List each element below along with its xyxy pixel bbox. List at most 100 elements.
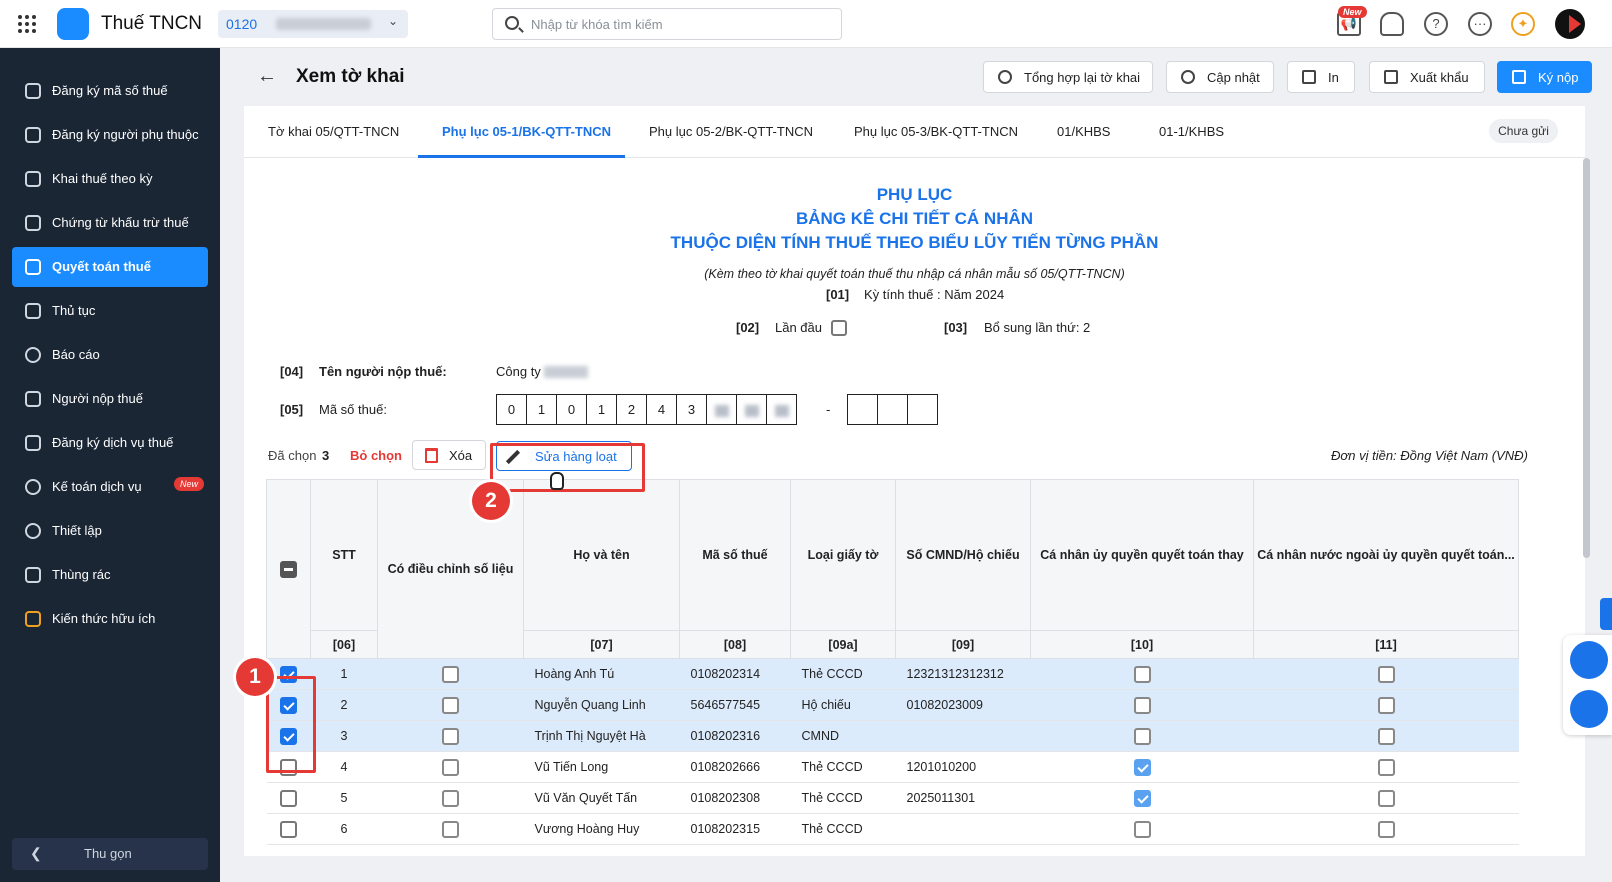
declaration-card: Tờ khai 05/QTT-TNCN Phụ lục 05-1/BK-QTT-…	[244, 106, 1585, 856]
search-box[interactable]	[492, 8, 842, 40]
row-taxcode: 0108202316	[679, 720, 791, 752]
row-stt: 6	[310, 813, 378, 845]
back-arrow-icon[interactable]: ←	[257, 65, 277, 88]
authorized-checkbox[interactable]	[1133, 727, 1151, 745]
sign-submit-button[interactable]: Ký nộp	[1497, 61, 1592, 93]
select-all-checkbox[interactable]	[280, 560, 297, 578]
tab-05-3-bk[interactable]: Phụ lục 05-3/BK-QTT-TNCN	[854, 124, 1018, 139]
row-id-number: 01082023009	[895, 689, 1031, 721]
table-row[interactable]: 1 Hoàng Anh Tú 0108202314 Thẻ CCCD 12321…	[266, 658, 1519, 690]
authorized-checkbox[interactable]	[1133, 820, 1151, 838]
accounting-icon	[25, 479, 41, 495]
taxcode-digit: 1	[586, 394, 617, 425]
org-code: 0120	[226, 16, 258, 32]
code-08: [08]	[679, 630, 791, 659]
sidebar-item-procedures[interactable]: Thủ tục	[12, 291, 208, 331]
adjusted-checkbox[interactable]	[442, 789, 459, 807]
app-grid-icon[interactable]	[18, 15, 36, 33]
first-time-checkbox[interactable]	[831, 320, 847, 336]
supplement-label: Bổ sung lần thứ: 2	[984, 320, 1091, 335]
table-row[interactable]: 6 Vương Hoàng Huy 0108202315 Thẻ CCCD	[266, 813, 1519, 845]
search-input[interactable]	[531, 14, 831, 34]
row-id-number: 12321312312312	[895, 658, 1031, 690]
adjusted-checkbox[interactable]	[442, 758, 459, 776]
chevron-down-icon: ⌄	[387, 14, 398, 28]
sidebar-item-settings[interactable]: Thiết lập	[12, 511, 208, 551]
sidebar-item-dependents[interactable]: Đăng ký người phụ thuộc	[12, 115, 208, 155]
table-row[interactable]: 2 Nguyễn Quang Linh 5646577545 Hộ chiếu …	[266, 689, 1519, 721]
code-07: [07]	[523, 630, 680, 659]
chat-icon[interactable]	[1570, 641, 1608, 679]
foreign-authorized-checkbox[interactable]	[1377, 665, 1395, 683]
vertical-scrollbar[interactable]	[1583, 158, 1590, 558]
tab-05-2-bk[interactable]: Phụ lục 05-2/BK-QTT-TNCN	[649, 124, 813, 139]
sidebar-item-accounting-service[interactable]: Kế toán dịch vụ New	[12, 467, 208, 507]
foreign-authorized-checkbox[interactable]	[1377, 696, 1395, 714]
sidebar-item-withholding-docs[interactable]: Chứng từ khấu trừ thuế	[12, 203, 208, 243]
tab-05-1-bk[interactable]: Phụ lục 05-1/BK-QTT-TNCN	[442, 124, 611, 139]
sidebar-item-tax-registration[interactable]: Đăng ký mã số thuế	[12, 71, 208, 111]
sidebar-item-reports[interactable]: Báo cáo	[12, 335, 208, 375]
top-bar: Thuế TNCN 0120 ⌄ 📢 New ? ··· ✦	[0, 0, 1612, 48]
sidebar-item-knowledge[interactable]: Kiến thức hữu ích	[12, 599, 208, 639]
more-icon[interactable]: ···	[1468, 12, 1492, 36]
foreign-authorized-checkbox[interactable]	[1377, 727, 1395, 745]
update-button[interactable]: Cập nhật	[1166, 61, 1274, 93]
help-icon[interactable]: ?	[1424, 12, 1448, 36]
code-04: [04]	[280, 364, 304, 379]
authorized-checkbox[interactable]	[1133, 665, 1151, 683]
sidebar-item-taxpayers[interactable]: Người nộp thuế	[12, 379, 208, 419]
tab-01-1-khbs[interactable]: 01-1/KHBS	[1159, 124, 1224, 139]
adjusted-checkbox[interactable]	[442, 696, 459, 714]
row-select-checkbox[interactable]	[280, 820, 297, 838]
adjusted-checkbox[interactable]	[442, 727, 459, 745]
lightbulb-icon[interactable]: ✦	[1511, 12, 1535, 36]
bell-icon[interactable]	[1380, 12, 1404, 36]
tab-01-khbs[interactable]: 01/KHBS	[1057, 124, 1110, 139]
delete-button[interactable]: Xóa	[412, 440, 486, 470]
taxcode-digit-redacted	[766, 394, 797, 425]
adjusted-checkbox[interactable]	[442, 820, 459, 838]
row-name: Vũ Tiến Long	[523, 751, 680, 783]
currency-unit: Đơn vị tiền: Đồng Việt Nam (VNĐ)	[1331, 448, 1528, 463]
adjusted-checkbox[interactable]	[442, 665, 459, 683]
row-name: Vũ Văn Quyết Tấn	[523, 782, 680, 814]
tab-05-qtt[interactable]: Tờ khai 05/QTT-TNCN	[268, 124, 399, 139]
table-row[interactable]: 5 Vũ Văn Quyết Tấn 0108202308 Thẻ CCCD 2…	[266, 782, 1519, 814]
search-icon	[505, 16, 519, 30]
deselect-link[interactable]: Bỏ chọn	[350, 448, 402, 463]
user-avatar[interactable]	[1555, 9, 1585, 39]
foreign-authorized-checkbox[interactable]	[1377, 758, 1395, 776]
sidebar-item-tax-service-registration[interactable]: Đăng ký dịch vụ thuế	[12, 423, 208, 463]
chatbot-icon[interactable]	[1570, 690, 1608, 728]
authorized-checkbox[interactable]	[1133, 758, 1151, 776]
sidebar-item-settlement[interactable]: Quyết toán thuế	[12, 247, 208, 287]
row-doc-type: Thẻ CCCD	[790, 813, 896, 845]
selected-count: 3	[322, 448, 330, 463]
table-row[interactable]: 4 Vũ Tiến Long 0108202666 Thẻ CCCD 12010…	[266, 751, 1519, 783]
authorized-checkbox[interactable]	[1133, 696, 1151, 714]
callout-highlight-row-checkboxes	[266, 676, 316, 773]
chevron-left-icon: ❮	[30, 845, 42, 861]
foreign-authorized-checkbox[interactable]	[1377, 820, 1395, 838]
collapse-sidebar-button[interactable]: ❮ Thu gọn	[12, 838, 208, 870]
callout-step-2: 2	[472, 482, 510, 520]
table-row[interactable]: 3 Trịnh Thị Nguyệt Hà 0108202316 CMND	[266, 720, 1519, 752]
recompile-button[interactable]: Tổng hợp lại tờ khai	[983, 61, 1153, 93]
organization-selector[interactable]: 0120 ⌄	[218, 10, 408, 38]
header-authorized: Cá nhân ủy quyền quyết toán thay	[1030, 479, 1254, 631]
row-doc-type: Hộ chiếu	[790, 689, 896, 721]
app-title: Thuế TNCN	[101, 13, 203, 34]
print-button[interactable]: In	[1287, 61, 1355, 93]
form-subtitle: (Kèm theo tờ khai quyết toán thuế thu nh…	[704, 267, 1125, 281]
expand-side-panel-tab[interactable]	[1600, 598, 1612, 630]
authorized-checkbox[interactable]	[1133, 789, 1151, 807]
foreign-authorized-checkbox[interactable]	[1377, 789, 1395, 807]
form-title-2: BẢNG KÊ CHI TIẾT CÁ NHÂN	[795, 209, 1034, 228]
sidebar-item-periodic-declaration[interactable]: Khai thuế theo kỳ	[12, 159, 208, 199]
taxcode-digit: 1	[526, 394, 557, 425]
sidebar-item-trash[interactable]: Thùng rác	[12, 555, 208, 595]
header-name: Họ và tên	[523, 479, 680, 631]
row-select-checkbox[interactable]	[280, 789, 297, 807]
export-button[interactable]: Xuất khẩu	[1369, 61, 1485, 93]
